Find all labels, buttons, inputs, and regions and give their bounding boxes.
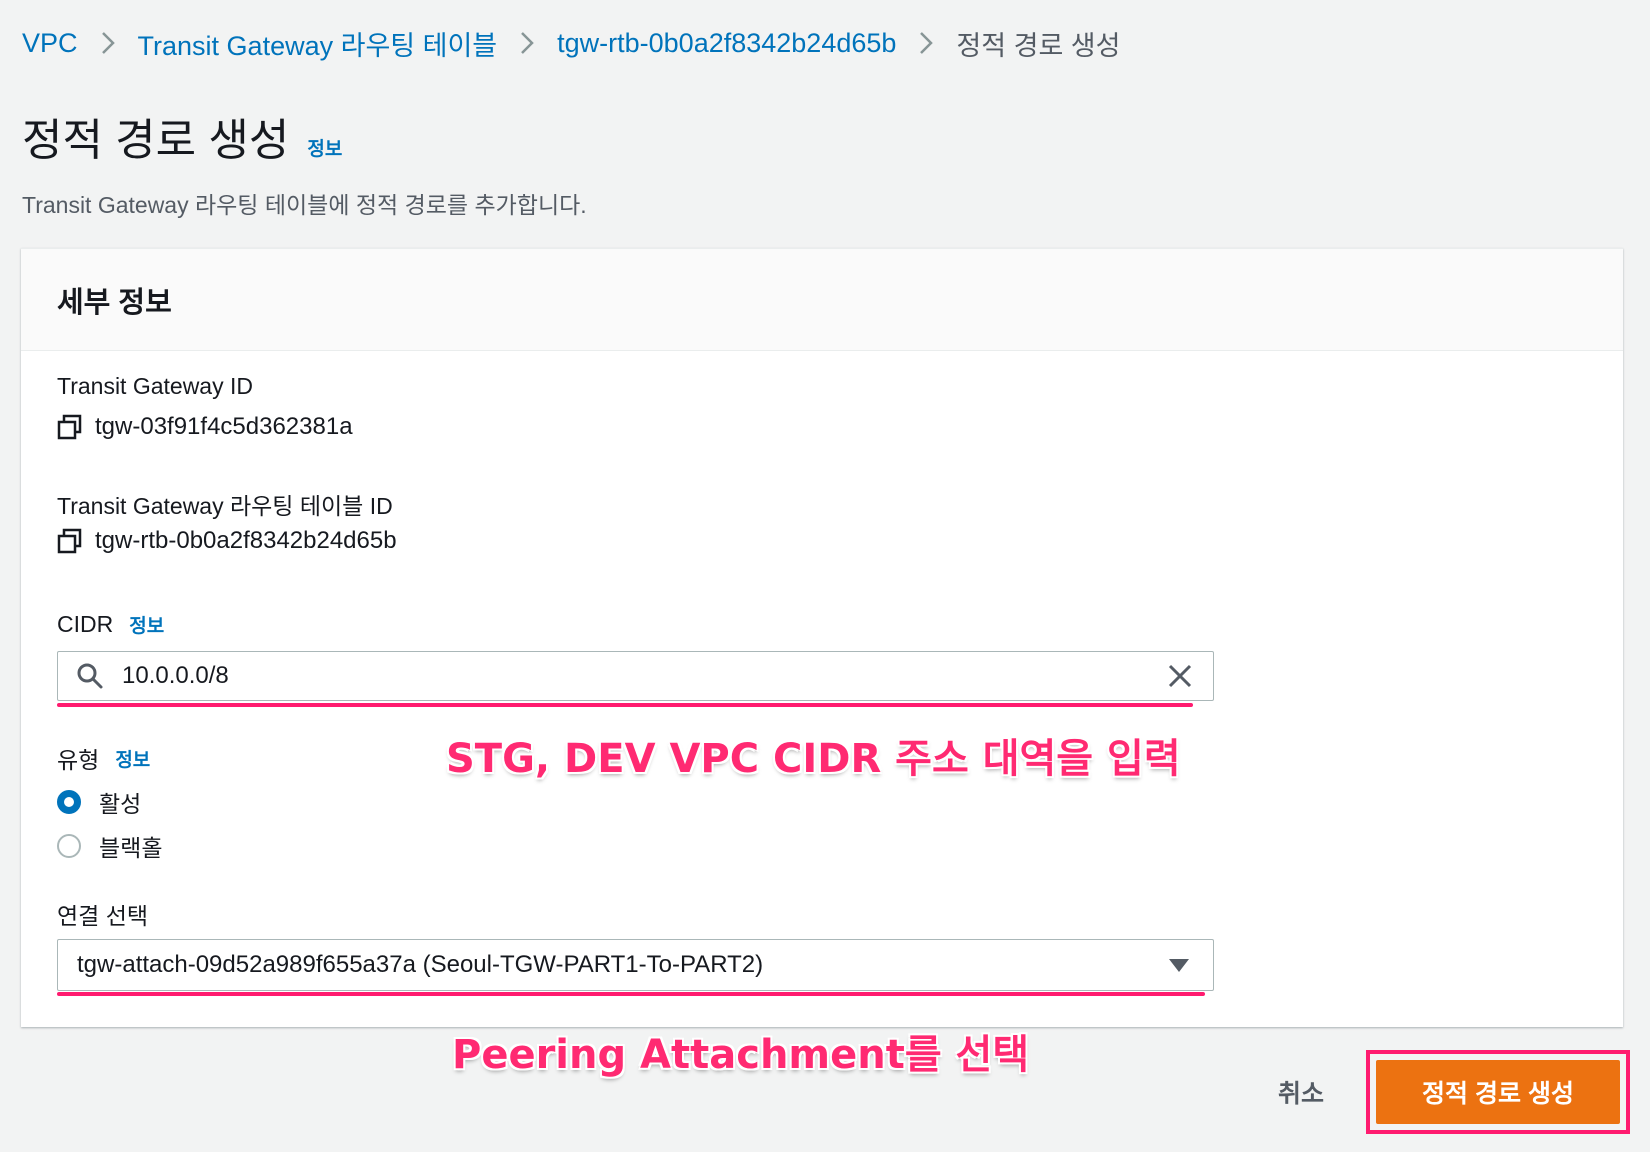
cidr-label-text: CIDR <box>57 611 114 637</box>
page-header: 정적 경로 생성 정보 <box>22 104 342 168</box>
attachment-highlight-underline <box>57 992 1205 996</box>
tgw-id-value: tgw-03f91f4c5d362381a <box>95 413 353 440</box>
rtb-id-value-row: tgw-rtb-0b0a2f8342b24d65b <box>57 527 397 555</box>
panel-header: 세부 정보 <box>21 249 1623 351</box>
rtb-id-label-text: Transit Gateway 라우팅 테이블 ID <box>57 493 393 519</box>
chevron-right-icon <box>918 30 934 56</box>
attachment-annotation: Peering Attachment를 선택 <box>452 1032 1030 1078</box>
radio-active[interactable]: 활성 <box>57 785 141 819</box>
details-panel: 세부 정보 Transit Gateway ID tgw-03f91f4c5d3… <box>21 248 1623 1027</box>
radio-active-indicator[interactable] <box>57 790 81 814</box>
attachment-select-value[interactable]: tgw-attach-09d52a989f655a37a (Seoul-TGW-… <box>77 951 1169 979</box>
page-title: 정적 경로 생성 <box>22 116 290 165</box>
copy-icon[interactable] <box>57 414 83 440</box>
type-label-text: 유형 <box>57 747 100 773</box>
type-info-link[interactable]: 정보 <box>115 745 150 772</box>
rtb-id-value: tgw-rtb-0b0a2f8342b24d65b <box>95 527 397 554</box>
page-description: Transit Gateway 라우팅 테이블에 정적 경로를 추가합니다. <box>22 192 587 218</box>
tgw-id-label-text: Transit Gateway ID <box>57 373 253 399</box>
attachment-label-text: 연결 선택 <box>57 903 149 929</box>
copy-icon[interactable] <box>57 528 83 554</box>
page-info-link[interactable]: 정보 <box>307 134 342 161</box>
radio-active-label[interactable]: 활성 <box>99 785 141 819</box>
attachment-select[interactable]: tgw-attach-09d52a989f655a37a (Seoul-TGW-… <box>57 939 1214 991</box>
breadcrumb: VPC Transit Gateway 라우팅 테이블 tgw-rtb-0b0a… <box>22 22 1120 64</box>
chevron-right-icon <box>100 30 116 56</box>
type-label: 유형 정보 <box>57 741 150 775</box>
cidr-highlight-underline <box>57 703 1193 707</box>
cidr-input-value[interactable]: 10.0.0.0/8 <box>122 662 1167 690</box>
cidr-label: CIDR 정보 <box>57 611 164 638</box>
tgw-id-label: Transit Gateway ID <box>57 373 253 400</box>
breadcrumb-current: 정적 경로 생성 <box>956 30 1121 61</box>
search-icon <box>76 662 104 690</box>
breadcrumb-route-tables[interactable]: Transit Gateway 라우팅 테이블 <box>138 24 498 63</box>
close-icon[interactable] <box>1167 663 1193 689</box>
create-static-route-button[interactable]: 정적 경로 생성 <box>1376 1060 1620 1124</box>
chevron-right-icon <box>519 30 535 56</box>
rtb-id-label: Transit Gateway 라우팅 테이블 ID <box>57 487 393 521</box>
caret-down-icon[interactable] <box>1169 958 1189 972</box>
attachment-label: 연결 선택 <box>57 897 148 931</box>
breadcrumb-route-table-id[interactable]: tgw-rtb-0b0a2f8342b24d65b <box>557 28 896 59</box>
cidr-info-link[interactable]: 정보 <box>129 611 164 638</box>
breadcrumb-vpc[interactable]: VPC <box>22 28 78 59</box>
radio-blackhole[interactable]: 블랙홀 <box>57 829 162 863</box>
cidr-input[interactable]: 10.0.0.0/8 <box>57 651 1214 701</box>
cidr-annotation: STG, DEV VPC CIDR 주소 대역을 입력 <box>446 736 1181 782</box>
radio-blackhole-indicator[interactable] <box>57 834 81 858</box>
radio-blackhole-label[interactable]: 블랙홀 <box>99 829 162 863</box>
panel-title: 세부 정보 <box>57 286 172 319</box>
cancel-button[interactable]: 취소 <box>1278 1074 1324 1110</box>
tgw-id-value-row: tgw-03f91f4c5d362381a <box>57 413 353 441</box>
